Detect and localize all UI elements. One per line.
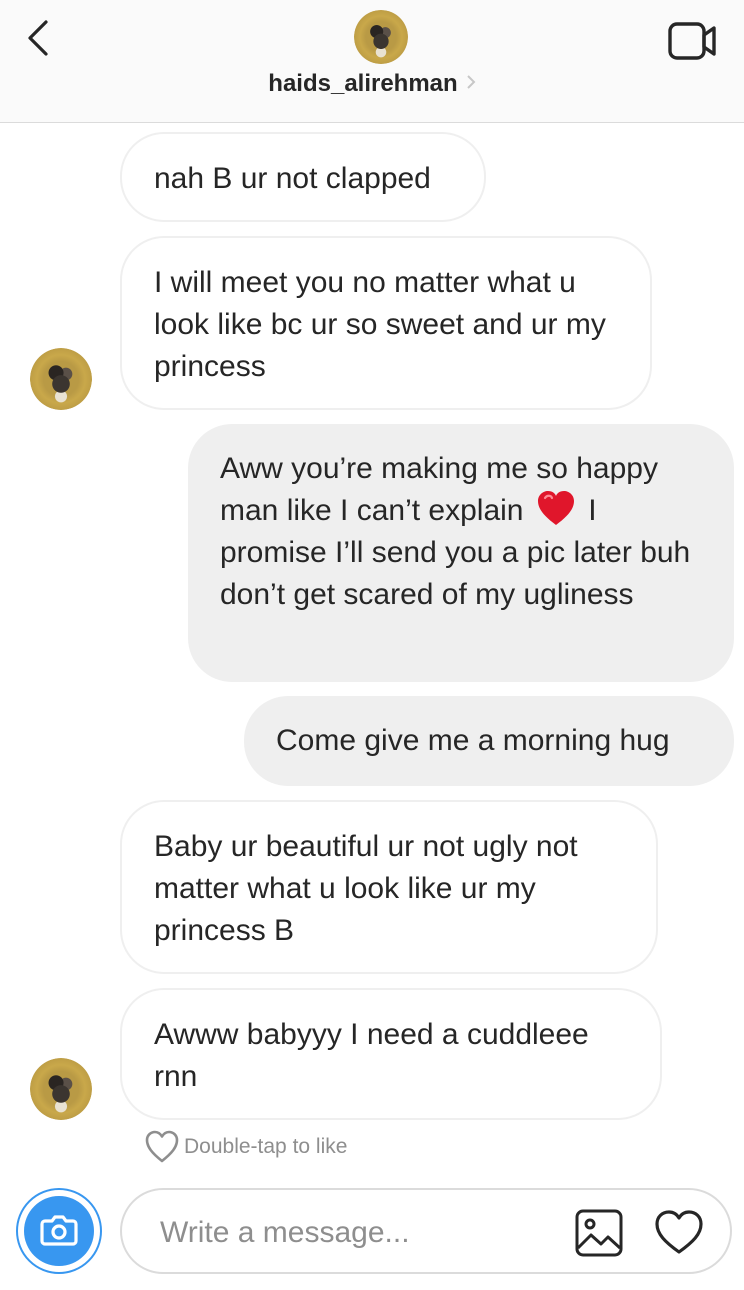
header-avatar[interactable]: [354, 10, 408, 64]
gallery-button[interactable]: [574, 1208, 624, 1258]
back-button[interactable]: [18, 14, 62, 62]
camera-button-fill: [24, 1196, 94, 1266]
avatar-image: [30, 348, 92, 410]
message-bubble[interactable]: Come give me a morning hug: [244, 696, 734, 786]
avatar-image: [30, 1058, 92, 1120]
message-bubble[interactable]: Awww babyyy I need a cuddleee rnn: [120, 988, 662, 1120]
chevron-right-icon: [466, 69, 476, 97]
message-bubble[interactable]: Aww you’re making me so happy man like I…: [188, 424, 734, 682]
message-text: Awww babyyy I need a cuddleee rnn: [154, 1018, 589, 1093]
sender-avatar[interactable]: [30, 1058, 92, 1120]
message-bubble[interactable]: I will meet you no matter what u look li…: [120, 236, 652, 410]
heart-outline-icon: [655, 1210, 703, 1254]
chevron-left-icon: [28, 20, 48, 56]
camera-button[interactable]: [16, 1188, 102, 1274]
message-bubble[interactable]: nah B ur not clapped: [120, 132, 486, 222]
red-heart-icon: [536, 490, 576, 528]
sender-avatar[interactable]: [30, 348, 92, 410]
avatar-image: [354, 10, 408, 64]
header-username: haids_alirehman: [268, 70, 458, 97]
video-call-button[interactable]: [666, 18, 720, 64]
chat-header: haids_alirehman: [0, 0, 744, 123]
message-input[interactable]: [158, 1208, 562, 1258]
like-button[interactable]: [654, 1208, 704, 1258]
heart-outline-icon: [145, 1130, 179, 1163]
direct-message-screen: haids_alirehman nah B ur not clapped I w…: [0, 0, 744, 1290]
message-text: Come give me a morning hug: [276, 724, 670, 757]
video-camera-icon: [668, 22, 716, 60]
image-gallery-icon: [575, 1209, 623, 1257]
camera-icon: [40, 1215, 78, 1246]
like-hint-text: Double-tap to like: [184, 1135, 348, 1158]
message-bubble[interactable]: Baby ur beautiful ur not ugly not matter…: [120, 800, 658, 974]
double-tap-like-hint[interactable]: Double-tap to like: [144, 1128, 347, 1166]
message-text: nah B ur not clapped: [154, 162, 431, 195]
message-text: Baby ur beautiful ur not ugly not matter…: [154, 830, 578, 947]
profile-link[interactable]: haids_alirehman: [0, 70, 744, 99]
message-text: I will meet you no matter what u look li…: [154, 266, 606, 383]
message-composer: [120, 1188, 732, 1274]
